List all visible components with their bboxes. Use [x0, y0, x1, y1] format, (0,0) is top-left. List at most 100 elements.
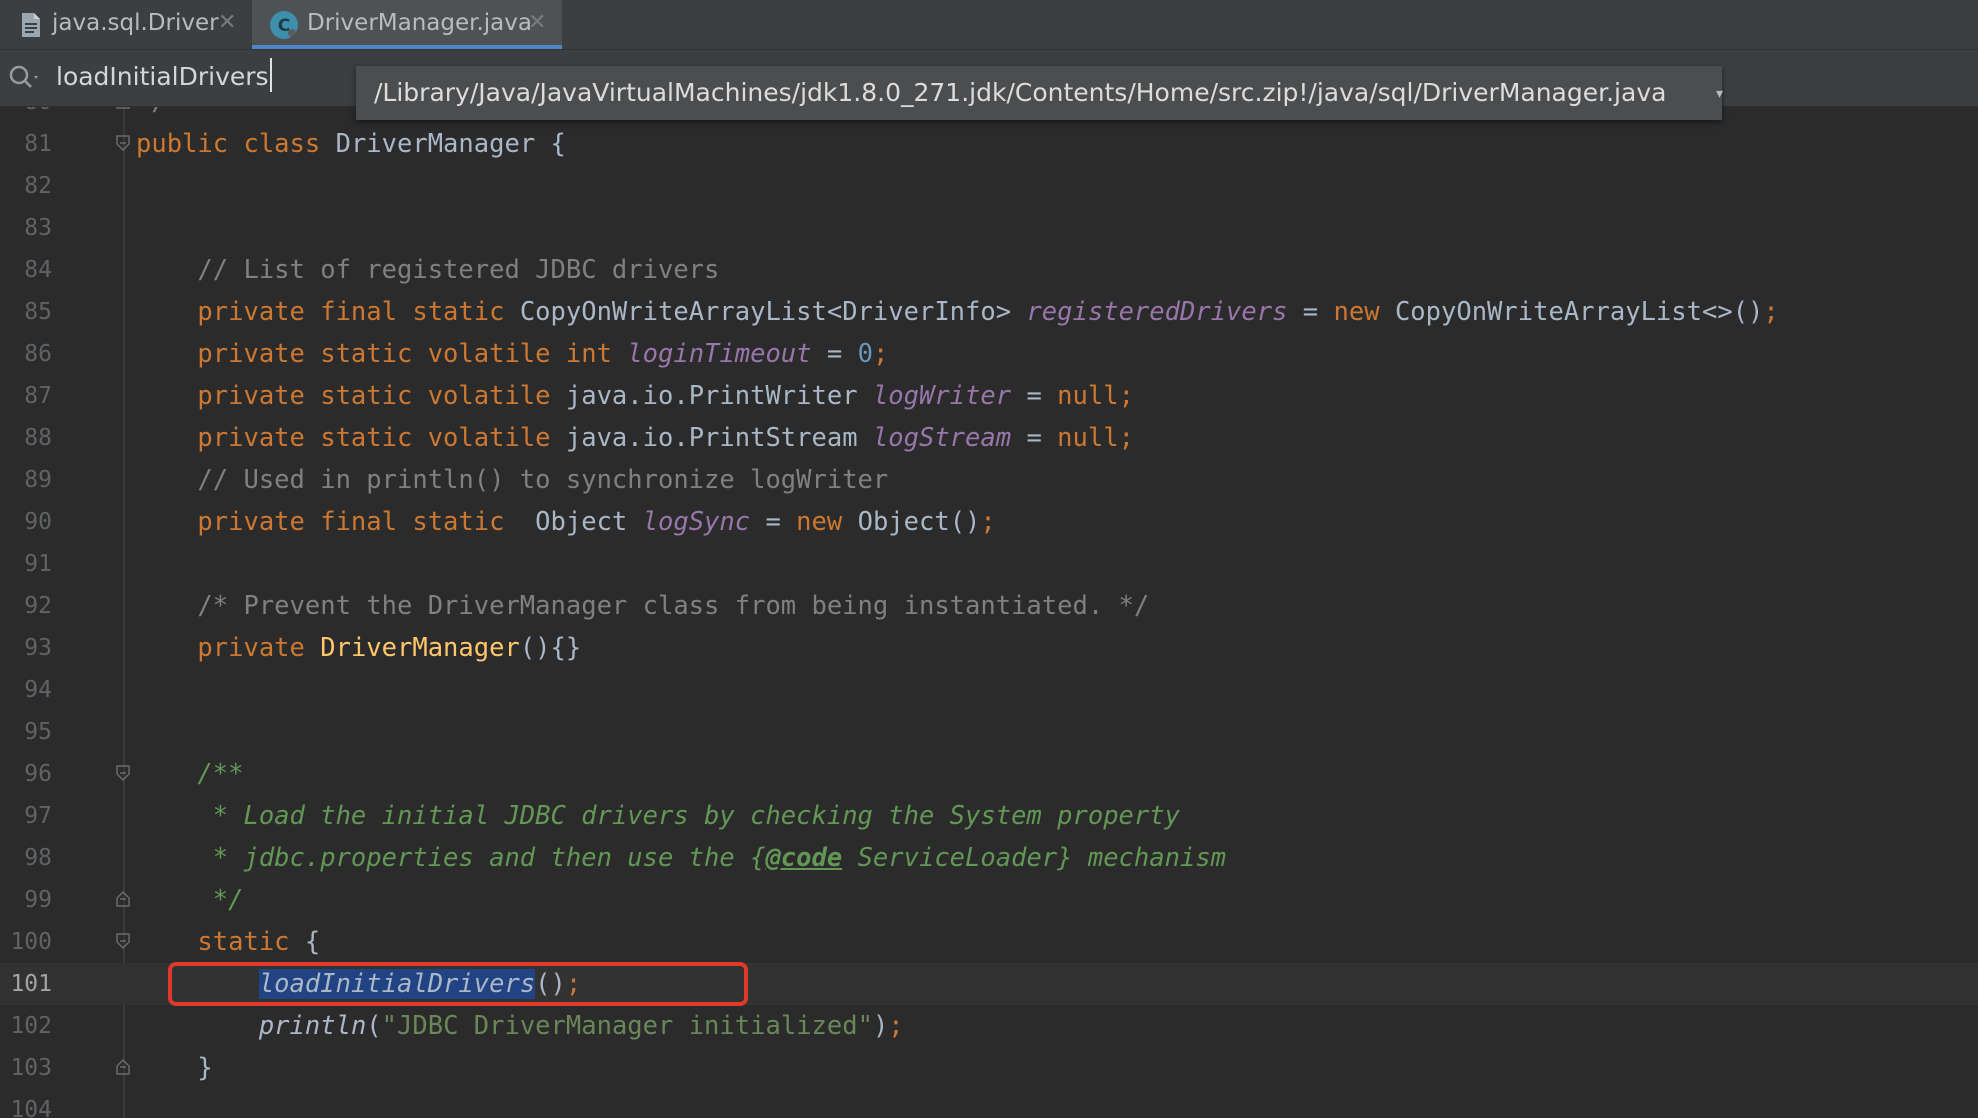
code-line[interactable]: 89 // Used in println() to synchronize l…	[0, 459, 1978, 501]
code-line[interactable]: 94	[0, 669, 1978, 711]
code-line[interactable]: 86 private static volatile int loginTime…	[0, 333, 1978, 375]
code-text: static {	[136, 921, 320, 963]
code-line[interactable]: 90 private final static Object logSync =…	[0, 501, 1978, 543]
fold-marker-icon[interactable]	[115, 891, 131, 907]
line-number: 94	[24, 677, 52, 703]
code-token: java.io.PrintStream	[565, 423, 873, 453]
code-line[interactable]: 91	[0, 543, 1978, 585]
code-token: ;	[872, 339, 889, 369]
code-token: new	[1333, 297, 1395, 327]
code-token: Object	[535, 507, 643, 537]
tab-java-sql-driver[interactable]: java.sql.Driver ✕	[0, 0, 250, 49]
search-input[interactable]: loadInitialDrivers	[56, 59, 346, 95]
code-text: private final static Object logSync = ne…	[136, 501, 995, 543]
code-text: // Used in println() to synchronize logW…	[136, 459, 888, 501]
line-number: 81	[24, 131, 52, 157]
code-line[interactable]: 92 /* Prevent the DriverManager class fr…	[0, 585, 1978, 627]
code-line[interactable]: 98 * jdbc.properties and then use the {@…	[0, 837, 1978, 879]
code-line[interactable]: 104	[0, 1089, 1978, 1118]
code-token: 0	[857, 339, 873, 369]
line-number: 103	[10, 1055, 52, 1081]
code-line[interactable]: 103 }	[0, 1047, 1978, 1089]
code-line[interactable]: 100 static {	[0, 921, 1978, 963]
code-token: null;	[1057, 381, 1134, 411]
code-token: =	[750, 507, 797, 537]
code-line[interactable]: 99 */	[0, 879, 1978, 921]
code-token: Object()	[857, 507, 981, 537]
code-line[interactable]: 93 private DriverManager(){}	[0, 627, 1978, 669]
code-token: /* Prevent the DriverManager class from …	[136, 591, 1150, 621]
code-token: // List of registered JDBC drivers	[136, 255, 720, 285]
line-number: 99	[24, 887, 52, 913]
code-line[interactable]: 95	[0, 711, 1978, 753]
line-number: 86	[24, 341, 52, 367]
code-line[interactable]: 97 * Load the initial JDBC drivers by ch…	[0, 795, 1978, 837]
line-number: 91	[24, 551, 52, 577]
code-token: =	[811, 339, 858, 369]
code-line[interactable]: 85 private final static CopyOnWriteArray…	[0, 291, 1978, 333]
code-line[interactable]: 88 private static volatile java.io.Print…	[0, 417, 1978, 459]
line-number: 90	[24, 509, 52, 535]
code-text: * Load the initial JDBC drivers by check…	[136, 795, 1180, 837]
line-number: 84	[24, 257, 52, 283]
code-token: )	[872, 1011, 889, 1041]
line-number: 98	[24, 845, 52, 871]
line-number: 88	[24, 425, 52, 451]
code-text: println("JDBC DriverManager initialized"…	[136, 1005, 904, 1047]
code-line[interactable]: 87 private static volatile java.io.Print…	[0, 375, 1978, 417]
code-token: new	[796, 507, 858, 537]
code-token: */	[136, 107, 167, 117]
file-path-tooltip: /Library/Java/JavaVirtualMachines/jdk1.8…	[356, 66, 1722, 120]
code-line[interactable]: 81 public class DriverManager {	[0, 123, 1978, 165]
code-token: private static volatile int	[136, 339, 628, 369]
code-line[interactable]: 96 /**	[0, 753, 1978, 795]
code-line[interactable]: 84 // List of registered JDBC drivers	[0, 249, 1978, 291]
tab-driver-manager-java[interactable]: DriverManager.java ✕	[252, 0, 562, 49]
line-number: 97	[24, 803, 52, 829]
code-line[interactable]: 102 println("JDBC DriverManager initiali…	[0, 1005, 1978, 1047]
line-number: 85	[24, 299, 52, 325]
fold-marker-icon[interactable]	[115, 765, 131, 781]
code-token: registeredDrivers	[1026, 297, 1288, 327]
tab-label: java.sql.Driver	[52, 10, 219, 36]
close-icon[interactable]: ✕	[218, 10, 236, 35]
code-token: CopyOnWriteArrayList<DriverInfo>	[519, 297, 1027, 327]
code-token: =	[1287, 297, 1334, 327]
code-line[interactable]: 83	[0, 207, 1978, 249]
line-number: 89	[24, 467, 52, 493]
line-number: 96	[24, 761, 52, 787]
code-token: "JDBC DriverManager initialized"	[381, 1011, 873, 1041]
search-icon[interactable]	[8, 64, 42, 90]
line-number: 80	[0, 107, 52, 123]
code-text: // List of registered JDBC drivers	[136, 249, 719, 291]
code-token: logSync	[642, 507, 751, 537]
code-text: private static volatile java.io.PrintStr…	[136, 417, 1134, 459]
fold-marker-icon[interactable]	[115, 1059, 131, 1075]
code-token: /**	[136, 759, 244, 789]
code-token: java.io.PrintWriter	[565, 381, 873, 411]
code-text: */	[136, 107, 167, 123]
close-icon[interactable]: ✕	[528, 10, 546, 35]
code-text: /**	[136, 753, 243, 795]
code-token: private	[136, 633, 321, 663]
code-token: ;	[1763, 297, 1779, 327]
code-line[interactable]: 82	[0, 165, 1978, 207]
code-token: private final static	[136, 297, 520, 327]
line-number: 104	[10, 1097, 52, 1118]
code-text: }	[136, 1047, 212, 1089]
code-token: // Used in println() to synchronize logW…	[136, 465, 889, 495]
code-token: println	[258, 1011, 367, 1041]
code-token: logStream	[872, 423, 1012, 453]
code-text: /* Prevent the DriverManager class from …	[136, 585, 1149, 627]
code-token: public class	[136, 129, 336, 159]
code-text: private static volatile int loginTimeout…	[136, 333, 888, 375]
code-token: */	[136, 885, 244, 915]
code-token: =	[1011, 423, 1058, 453]
code-token: CopyOnWriteArrayList<>()	[1394, 297, 1764, 327]
fold-marker-icon[interactable]	[115, 107, 131, 109]
highlight-annotation-box	[168, 962, 748, 1006]
fold-marker-icon[interactable]	[115, 135, 131, 151]
fold-marker-icon[interactable]	[115, 933, 131, 949]
code-token: null;	[1057, 423, 1134, 453]
